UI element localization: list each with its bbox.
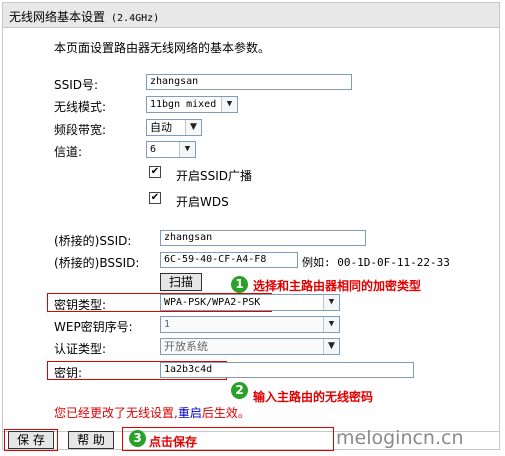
bridge-ssid-label: (桥接的)SSID: <box>54 234 132 248</box>
bandwidth-value: 自动 <box>150 121 172 134</box>
channel-label: 信道: <box>54 145 83 159</box>
annotation-2-badge: 2 <box>231 382 248 399</box>
key-input[interactable]: 1a2b3c4d <box>160 362 414 378</box>
key-type-label: 密钥类型: <box>54 298 107 312</box>
chevron-down-icon[interactable]: ▼ <box>221 97 237 112</box>
annotation-3-text: 点击保存 <box>149 435 198 449</box>
check-icon: ✔ <box>150 166 160 177</box>
bandwidth-label: 频段带宽: <box>54 123 107 137</box>
title-bar: 无线网络基本设置 (2.4GHz) <box>3 3 499 28</box>
ssid-label: SSID号: <box>54 78 99 92</box>
wep-index-label: WEP密钥序号: <box>54 320 133 334</box>
channel-value: 6 <box>150 144 157 155</box>
annotation-1-badge: 1 <box>231 276 248 293</box>
restart-link[interactable]: 重启 <box>178 406 202 420</box>
key-label: 密钥: <box>54 366 83 380</box>
wds-checkbox[interactable]: ✔ <box>149 192 161 204</box>
annotation-2-text: 输入主路由的无线密码 <box>253 390 374 404</box>
chevron-down-icon[interactable]: ▼ <box>185 120 201 135</box>
notice-text: 您已经更改了无线设置, <box>54 406 178 420</box>
chevron-down-icon[interactable]: ▼ <box>323 339 339 354</box>
bridge-ssid-input[interactable]: zhangsan <box>160 230 366 246</box>
bandwidth-select[interactable]: 自动 ▼ <box>146 119 202 136</box>
bridge-bssid-label: (桥接的)BSSID: <box>54 256 140 270</box>
auth-type-label: 认证类型: <box>54 342 107 356</box>
intro-text: 本页面设置路由器无线网络的基本参数。 <box>54 41 271 55</box>
mode-label: 无线模式: <box>54 100 107 114</box>
mode-select[interactable]: 11bgn mixed ▼ <box>146 96 238 113</box>
annotation-3-badge: 3 <box>129 430 146 447</box>
scan-button[interactable]: 扫描 <box>160 273 202 291</box>
notice-suffix: 后生效。 <box>201 406 250 420</box>
bridge-bssid-input[interactable]: 6C-59-40-CF-A4-F8 <box>160 252 298 268</box>
wireless-settings-panel: 无线网络基本设置 (2.4GHz) 本页面设置路由器无线网络的基本参数。 SSID… <box>2 2 500 450</box>
wep-index-value: 1 <box>164 319 171 330</box>
ssid-input[interactable]: zhangsan <box>146 74 352 90</box>
auth-type-value: 开放系统 <box>164 340 208 353</box>
wds-label: 开启WDS <box>176 195 229 209</box>
ssid-broadcast-label: 开启SSID广播 <box>176 169 253 183</box>
channel-select[interactable]: 6 ▼ <box>146 141 196 158</box>
save-button[interactable]: 保 存 <box>8 431 54 449</box>
key-type-value: WPA-PSK/WPA2-PSK <box>164 297 261 308</box>
wep-index-select[interactable]: 1 ▼ <box>160 316 340 333</box>
restart-notice: 您已经更改了无线设置,重启后生效。 <box>54 404 250 421</box>
check-icon: ✔ <box>150 192 160 203</box>
bssid-example: 例如: 00-1D-0F-11-22-33 <box>302 256 450 269</box>
ssid-broadcast-checkbox[interactable]: ✔ <box>149 166 161 178</box>
chevron-down-icon[interactable]: ▼ <box>323 295 339 310</box>
annotation-1-text: 选择和主路由器相同的加密类型 <box>253 279 422 293</box>
page-title: 无线网络基本设置 (2.4GHz) <box>9 8 159 25</box>
help-button[interactable]: 帮 助 <box>68 431 114 449</box>
title-text: 无线网络基本设置 <box>9 10 106 24</box>
frequency-label: (2.4GHz) <box>111 13 160 24</box>
watermark: melogincn.cn <box>336 427 464 449</box>
auth-type-select[interactable]: 开放系统 ▼ <box>160 338 340 355</box>
mode-value: 11bgn mixed <box>150 99 217 110</box>
chevron-down-icon[interactable]: ▼ <box>323 317 339 332</box>
chevron-down-icon[interactable]: ▼ <box>179 142 195 157</box>
key-type-select[interactable]: WPA-PSK/WPA2-PSK ▼ <box>160 294 340 311</box>
